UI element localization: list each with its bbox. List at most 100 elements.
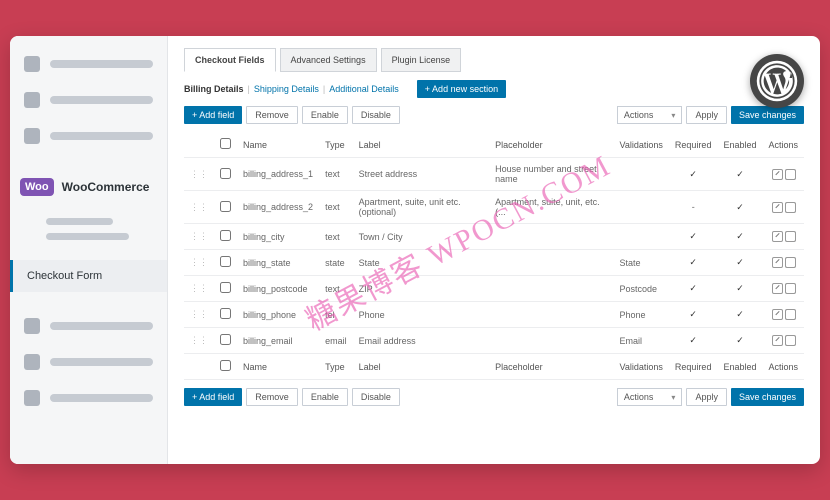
fields-table: Name Type Label Placeholder Validations … (184, 132, 804, 380)
drag-handle-icon[interactable]: ⋮⋮ (184, 191, 214, 224)
enable-button[interactable]: Enable (302, 388, 348, 406)
col-name: Name (237, 132, 319, 158)
cell-validations: State (614, 250, 669, 276)
edit-icon[interactable] (772, 202, 783, 213)
add-field-button[interactable]: + Add field (184, 106, 242, 124)
select-all-checkbox[interactable] (220, 138, 231, 149)
subtab-billing[interactable]: Billing Details (184, 84, 244, 94)
row-checkbox[interactable] (220, 168, 231, 179)
sidebar-text-placeholder (50, 358, 153, 366)
table-row: ⋮⋮billing_statestateStateState✓✓ (184, 250, 804, 276)
apply-button[interactable]: Apply (686, 388, 727, 406)
dashboard-icon (24, 56, 40, 72)
col-placeholder: Placeholder (489, 132, 613, 158)
cell-label: Email address (353, 328, 490, 354)
cell-enabled: ✓ (717, 276, 762, 302)
disable-button[interactable]: Disable (352, 106, 400, 124)
edit-icon[interactable] (772, 335, 783, 346)
subtab-shipping[interactable]: Shipping Details (254, 84, 319, 94)
cell-validations (614, 158, 669, 191)
sidebar-item-woocommerce[interactable]: Woo WooCommerce (20, 174, 157, 200)
edit-icon[interactable] (772, 283, 783, 294)
sidebar-text-placeholder (50, 132, 153, 140)
tab-plugin-license[interactable]: Plugin License (381, 48, 462, 72)
cell-type: text (319, 158, 353, 191)
subtab-additional[interactable]: Additional Details (329, 84, 399, 94)
copy-icon[interactable] (785, 169, 796, 180)
sidebar-item-placeholder-5[interactable] (20, 348, 157, 376)
cell-type: tel (319, 302, 353, 328)
sidebar-item-placeholder-1[interactable] (20, 50, 157, 78)
cell-actions (762, 191, 804, 224)
cell-placeholder: House number and street name (489, 158, 613, 191)
edit-icon[interactable] (772, 231, 783, 242)
cell-validations: Postcode (614, 276, 669, 302)
save-changes-button[interactable]: Save changes (731, 106, 804, 124)
save-changes-button[interactable]: Save changes (731, 388, 804, 406)
cell-required: ✓ (669, 328, 718, 354)
bulk-actions-select[interactable]: Actions (617, 106, 683, 124)
tab-advanced-settings[interactable]: Advanced Settings (280, 48, 377, 72)
cell-name: billing_state (237, 250, 319, 276)
copy-icon[interactable] (785, 257, 796, 268)
tab-checkout-fields[interactable]: Checkout Fields (184, 48, 276, 72)
apply-button[interactable]: Apply (686, 106, 727, 124)
cell-name: billing_address_2 (237, 191, 319, 224)
sidebar-sub-placeholder[interactable] (46, 218, 113, 225)
copy-icon[interactable] (785, 231, 796, 242)
disable-button[interactable]: Disable (352, 388, 400, 406)
copy-icon[interactable] (785, 335, 796, 346)
drag-handle-icon[interactable]: ⋮⋮ (184, 302, 214, 328)
woo-label: WooCommerce (62, 180, 150, 194)
cell-placeholder: Apartment, suite, unit, etc. (... (489, 191, 613, 224)
remove-button[interactable]: Remove (246, 106, 298, 124)
cell-type: email (319, 328, 353, 354)
copy-icon[interactable] (785, 309, 796, 320)
remove-button[interactable]: Remove (246, 388, 298, 406)
main-tabs: Checkout Fields Advanced Settings Plugin… (184, 48, 804, 72)
row-checkbox[interactable] (220, 201, 231, 212)
drag-handle-icon[interactable]: ⋮⋮ (184, 158, 214, 191)
cell-enabled: ✓ (717, 328, 762, 354)
select-all-checkbox-footer[interactable] (220, 360, 231, 371)
drag-handle-icon[interactable]: ⋮⋮ (184, 224, 214, 250)
cell-validations: Phone (614, 302, 669, 328)
cell-label: ZIP (353, 276, 490, 302)
row-checkbox[interactable] (220, 308, 231, 319)
cell-type: text (319, 191, 353, 224)
sidebar-item-placeholder-3[interactable] (20, 122, 157, 150)
edit-icon[interactable] (772, 257, 783, 268)
sidebar-sub-placeholder[interactable] (46, 233, 129, 240)
cell-label: Town / City (353, 224, 490, 250)
drag-handle-icon[interactable]: ⋮⋮ (184, 276, 214, 302)
add-field-button[interactable]: + Add field (184, 388, 242, 406)
table-footer-row: Name Type Label Placeholder Validations … (184, 354, 804, 380)
edit-icon[interactable] (772, 169, 783, 180)
cell-name: billing_address_1 (237, 158, 319, 191)
gear-icon (24, 128, 40, 144)
add-section-button[interactable]: + Add new section (417, 80, 506, 98)
sidebar-text-placeholder (50, 394, 153, 402)
row-checkbox[interactable] (220, 230, 231, 241)
drag-handle-icon[interactable]: ⋮⋮ (184, 328, 214, 354)
sidebar-item-placeholder-2[interactable] (20, 86, 157, 114)
edit-icon[interactable] (772, 309, 783, 320)
sidebar-item-placeholder-4[interactable] (20, 312, 157, 340)
wrench-icon (24, 390, 40, 406)
sidebar-text-placeholder (50, 322, 153, 330)
copy-icon[interactable] (785, 283, 796, 294)
cell-enabled: ✓ (717, 224, 762, 250)
sidebar-item-checkout-form[interactable]: Checkout Form (10, 260, 167, 292)
row-checkbox[interactable] (220, 256, 231, 267)
bulk-actions-select[interactable]: Actions (617, 388, 683, 406)
table-row: ⋮⋮billing_citytextTown / City✓✓ (184, 224, 804, 250)
table-row: ⋮⋮billing_address_1textStreet addressHou… (184, 158, 804, 191)
enable-button[interactable]: Enable (302, 106, 348, 124)
drag-handle-icon[interactable]: ⋮⋮ (184, 250, 214, 276)
sidebar: Woo WooCommerce Checkout Form (10, 36, 168, 464)
copy-icon[interactable] (785, 202, 796, 213)
sidebar-item-placeholder-6[interactable] (20, 384, 157, 412)
row-checkbox[interactable] (220, 282, 231, 293)
toolbar-top: + Add field Remove Enable Disable Action… (184, 106, 804, 124)
row-checkbox[interactable] (220, 334, 231, 345)
